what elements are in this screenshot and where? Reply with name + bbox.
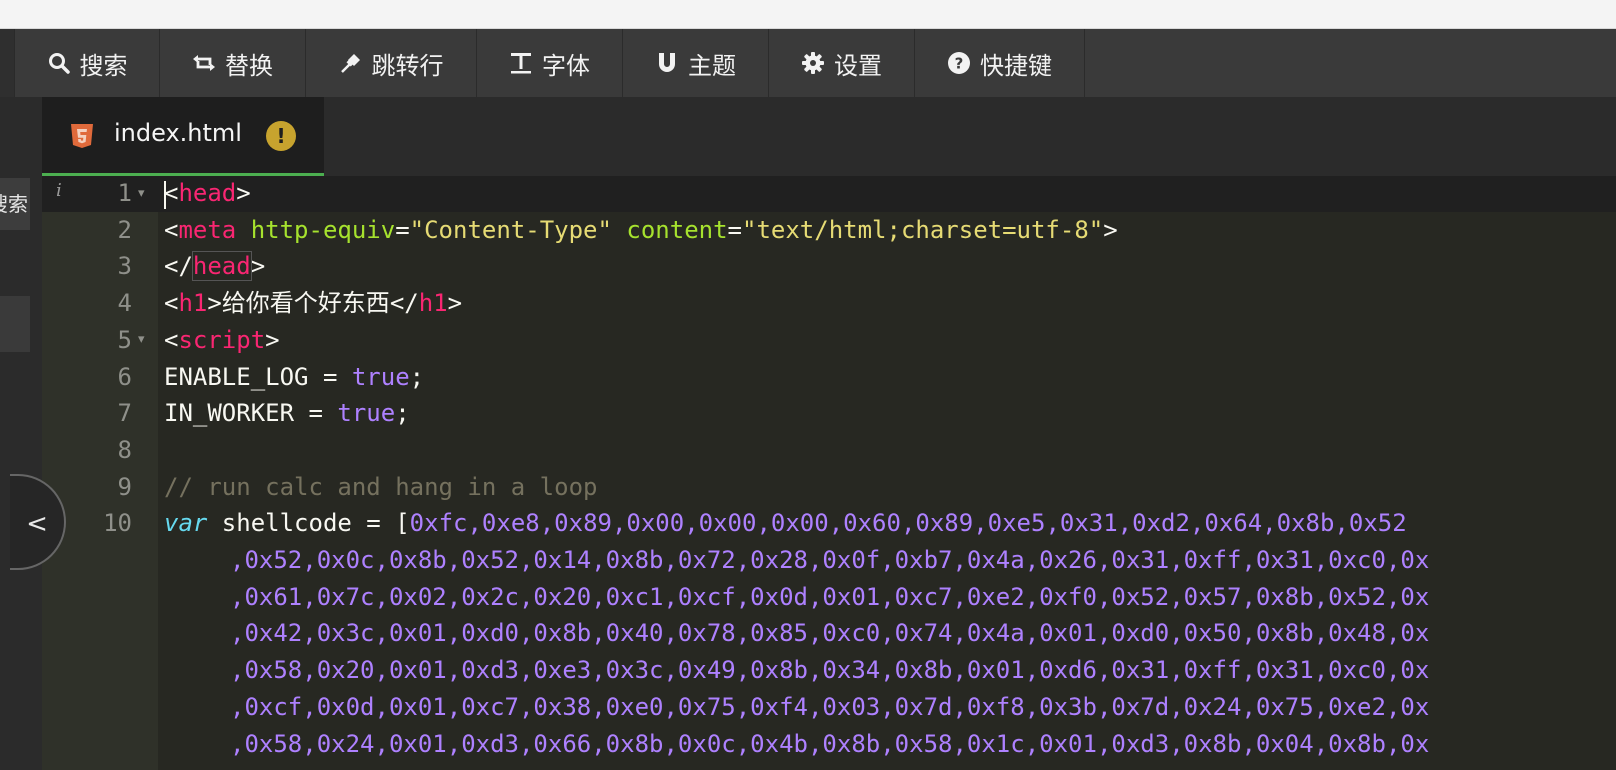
code-line-5: <script> xyxy=(164,325,280,354)
sidebar-search-tab[interactable]: 搜索 xyxy=(0,178,30,230)
warning-icon[interactable]: ! xyxy=(266,121,296,151)
search-button[interactable]: 搜索 xyxy=(15,29,160,97)
toolbar-left-gap xyxy=(0,29,15,97)
code-line-9: // run calc and hang in a loop xyxy=(164,472,598,501)
goto-line-button[interactable]: 跳转行 xyxy=(306,29,477,97)
help-icon: ? xyxy=(948,52,970,74)
replace-button[interactable]: 替换 xyxy=(160,29,306,97)
replace-icon xyxy=(193,55,215,71)
line-number: 6 xyxy=(117,362,132,391)
toolbar-empty-space xyxy=(1085,29,1616,97)
active-line-highlight xyxy=(42,176,1616,212)
fold-arrow-icon[interactable]: ▾ xyxy=(138,332,145,347)
svg-text:?: ? xyxy=(955,55,964,73)
code-line-10: var shellcode = [0xfc,0xe8,0x89,0x00,0x0… xyxy=(164,509,1407,538)
chevron-left-icon: < xyxy=(26,509,48,539)
code-line-6: ENABLE_LOG = true; xyxy=(164,362,425,391)
gear-icon xyxy=(802,52,824,74)
line-number: 10 xyxy=(103,509,132,538)
code-line-7: IN_WORKER = true; xyxy=(164,399,410,428)
search-button-label: 搜索 xyxy=(79,51,128,80)
theme-button-label: 主题 xyxy=(688,51,736,80)
code-wrap-line: ,0xcf,0x0d,0x01,0xc7,0x38,0xe0,0x75,0xf4… xyxy=(230,692,1430,721)
search-icon xyxy=(48,53,70,74)
code-line-1: <head> xyxy=(164,179,251,207)
line-number: 4 xyxy=(117,289,132,318)
line-number: 7 xyxy=(117,399,132,428)
code-wrap-line: ,0x58,0x24,0x01,0xd3,0x66,0x8b,0x0c,0x4b… xyxy=(230,729,1430,758)
html5-file-icon xyxy=(71,124,93,148)
code-wrap-line: ,0x58,0x20,0x01,0xd3,0xe3,0x3c,0x49,0x8b… xyxy=(230,656,1430,685)
font-icon xyxy=(511,53,531,74)
code-line-4: <h1>给你看个好东西</h1> xyxy=(164,289,463,318)
line-number: 5 xyxy=(117,325,132,354)
line-number: 9 xyxy=(117,472,132,501)
replace-button-label: 替换 xyxy=(225,51,273,80)
text-cursor xyxy=(164,181,166,209)
code-line-3: </head> xyxy=(164,251,266,282)
sidebar-selected-item[interactable] xyxy=(0,296,30,352)
tab-index-html[interactable]: index.html ! xyxy=(42,97,324,176)
browser-top-strip xyxy=(0,0,1616,29)
magnet-icon xyxy=(659,53,675,72)
fold-arrow-icon[interactable]: ▾ xyxy=(138,186,145,201)
theme-button[interactable]: 主题 xyxy=(623,29,769,97)
line-number: 3 xyxy=(117,252,132,281)
pin-icon xyxy=(340,54,360,73)
line-number: 8 xyxy=(117,435,132,464)
goto-line-button-label: 跳转行 xyxy=(371,51,444,80)
code-line-2: <meta http-equiv="Content-Type" content=… xyxy=(164,215,1118,244)
settings-button[interactable]: 设置 xyxy=(769,29,915,97)
tab-filename: index.html xyxy=(114,119,242,147)
font-button-label: 字体 xyxy=(542,51,590,80)
shortcuts-button-label: 快捷键 xyxy=(980,51,1052,80)
shortcuts-button[interactable]: ? 快捷键 xyxy=(915,29,1085,97)
line-number: 1 xyxy=(117,179,132,207)
code-wrap-line: ,0x42,0x3c,0x01,0xd0,0x8b,0x40,0x78,0x85… xyxy=(230,619,1430,648)
line-number: 2 xyxy=(117,215,132,244)
font-button[interactable]: 字体 xyxy=(477,29,623,97)
settings-button-label: 设置 xyxy=(834,51,882,80)
file-tab-bar: index.html ! xyxy=(42,97,1616,176)
code-wrap-line: ,0x52,0x0c,0x8b,0x52,0x14,0x8b,0x72,0x28… xyxy=(230,546,1430,574)
code-wrap-line: ,0x61,0x7c,0x02,0x2c,0x20,0xc1,0xcf,0x0d… xyxy=(230,582,1430,611)
editor-toolbar: 搜索 替换 跳转行 字体 主题 设置 ? 快捷键 xyxy=(0,29,1616,97)
